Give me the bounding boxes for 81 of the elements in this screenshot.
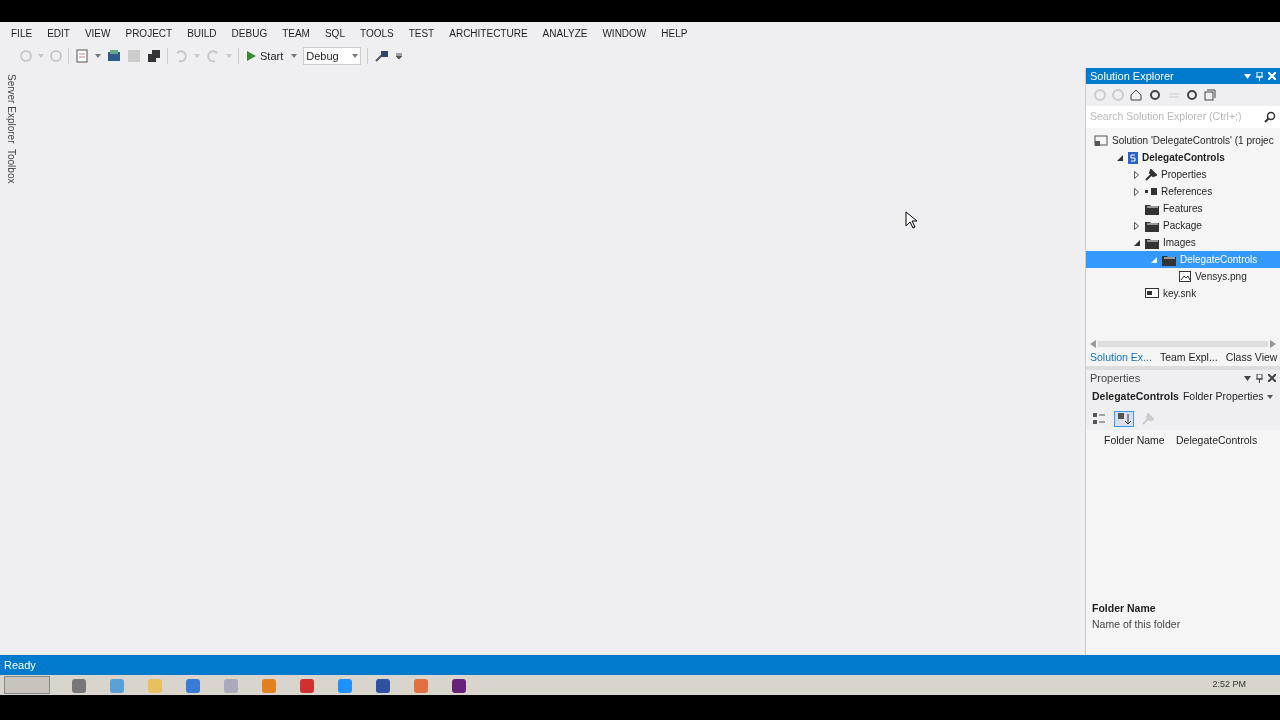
panel-tab[interactable]: Team Expl... xyxy=(1155,350,1222,366)
taskbar-app-icon[interactable] xyxy=(70,677,88,693)
key-file-icon xyxy=(1145,288,1159,299)
menu-item[interactable]: TEST xyxy=(401,25,442,41)
tree-item[interactable]: References xyxy=(1086,183,1280,200)
tree-item[interactable]: Images xyxy=(1086,234,1280,251)
tree-item[interactable]: DelegateControls xyxy=(1086,149,1280,166)
menu-item[interactable]: WINDOW xyxy=(595,25,654,41)
solution-icon xyxy=(1094,134,1108,147)
dropdown-arrow-icon[interactable] xyxy=(1267,395,1274,399)
expanded-arrow-icon[interactable] xyxy=(1133,239,1140,246)
search-field[interactable]: Search Solution Explorer (Ctrl+;) xyxy=(1086,106,1280,128)
collapsed-arrow-icon[interactable] xyxy=(1134,221,1139,230)
folder-icon xyxy=(1162,253,1176,266)
mouse-cursor-icon xyxy=(904,210,918,230)
tree-item[interactable]: Vensys.png xyxy=(1086,268,1280,285)
taskbar-app-icon[interactable] xyxy=(374,677,392,693)
dropdown-arrow-icon[interactable] xyxy=(95,54,101,58)
scroll-left-icon[interactable] xyxy=(1090,340,1096,348)
taskbar-app-icon[interactable] xyxy=(450,677,468,693)
taskbar-app-icon[interactable] xyxy=(184,677,202,693)
folder-icon xyxy=(1145,236,1159,249)
collapse-all-icon[interactable] xyxy=(1204,89,1216,101)
object-selector[interactable]: DelegateControls Folder Properties xyxy=(1086,386,1280,408)
menu-item[interactable]: EDIT xyxy=(40,25,77,41)
side-tab[interactable]: Toolbox xyxy=(1,149,21,184)
alphabetical-button[interactable] xyxy=(1114,411,1134,427)
horizontal-scrollbar[interactable] xyxy=(1098,341,1268,347)
description-text: Name of this folder xyxy=(1092,616,1182,632)
panel-title: Properties xyxy=(1090,370,1141,386)
project-icon xyxy=(1128,151,1138,164)
menu-item[interactable]: SQL xyxy=(317,25,352,41)
tree-item[interactable]: key.snk xyxy=(1086,285,1280,302)
dropdown-arrow-icon[interactable] xyxy=(1244,375,1251,381)
open-folder-icon[interactable] xyxy=(107,49,121,63)
dropdown-arrow-icon[interactable] xyxy=(1244,73,1251,79)
dropdown-arrow-icon[interactable] xyxy=(291,54,298,58)
menu-item[interactable]: BUILD xyxy=(180,25,224,41)
property-name: Folder Name xyxy=(1103,433,1166,449)
tree-item[interactable]: Solution 'DelegateControls' (1 projec xyxy=(1086,132,1280,149)
scroll-right-icon[interactable] xyxy=(1270,340,1276,348)
new-project-icon[interactable] xyxy=(75,49,89,63)
close-icon[interactable] xyxy=(1268,374,1276,382)
menu-item[interactable]: VIEW xyxy=(77,25,118,41)
panel-title: Solution Explorer xyxy=(1090,68,1174,84)
pin-icon[interactable] xyxy=(1256,373,1263,383)
wrench-icon xyxy=(1145,168,1157,181)
menu-item[interactable]: HELP xyxy=(654,25,695,41)
references-icon xyxy=(1145,186,1157,197)
menu-item[interactable]: DEBUG xyxy=(224,25,275,41)
play-icon xyxy=(247,51,256,61)
image-file-icon xyxy=(1179,271,1191,282)
taskbar-app-icon[interactable] xyxy=(298,677,316,693)
save-all-icon[interactable] xyxy=(147,49,161,63)
home-icon[interactable] xyxy=(1130,89,1142,101)
dropdown-arrow-icon xyxy=(352,54,359,58)
tree-item[interactable]: Properties xyxy=(1086,166,1280,183)
search-icon[interactable] xyxy=(1264,111,1276,123)
description-title: Folder Name xyxy=(1092,601,1157,616)
clock: 2:52 PM xyxy=(1212,678,1247,692)
menu-item[interactable]: FILE xyxy=(4,25,40,41)
categorized-icon[interactable] xyxy=(1092,412,1106,426)
configuration-value: Debug xyxy=(306,48,339,64)
side-tab[interactable]: Server Explorer xyxy=(1,74,21,144)
start-button[interactable]: Start xyxy=(245,47,286,65)
menu-item[interactable]: TOOLS xyxy=(352,25,401,41)
expanded-arrow-icon[interactable] xyxy=(1116,154,1123,161)
folder-icon xyxy=(1145,219,1159,232)
menu-item[interactable]: TEAM xyxy=(275,25,317,41)
menu-item[interactable]: ANALYZE xyxy=(535,25,595,41)
property-value[interactable]: DelegateControls xyxy=(1176,433,1258,449)
tree-item[interactable]: Features xyxy=(1086,200,1280,217)
folder-icon xyxy=(1145,202,1159,215)
start-button[interactable] xyxy=(4,676,50,694)
tree-item[interactable]: Package xyxy=(1086,217,1280,234)
status-bar: Ready xyxy=(0,655,1280,675)
menu-item[interactable]: PROJECT xyxy=(118,25,180,41)
overflow-icon[interactable] xyxy=(396,53,403,59)
menu-item[interactable]: ARCHITECTURE xyxy=(442,25,535,41)
panel-tab[interactable]: Class View xyxy=(1221,350,1280,366)
configuration-dropdown[interactable]: Debug xyxy=(303,47,362,65)
